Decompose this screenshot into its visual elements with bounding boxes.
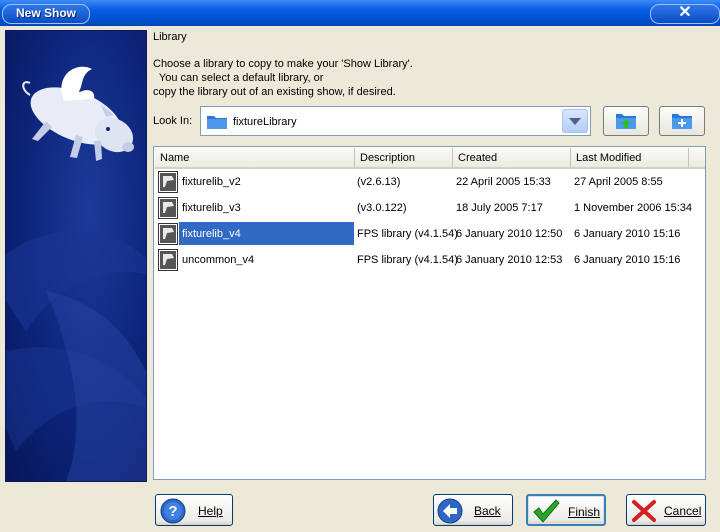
intro-text: Choose a library to copy to make your 'S…: [153, 57, 573, 99]
row-name: fixturelib_v4: [182, 228, 241, 240]
intro-line: Choose a library to copy to make your 'S…: [153, 58, 413, 70]
row-name: fixturelib_v3: [182, 202, 241, 214]
row-last-modified: 1 November 2006 15:34: [574, 202, 693, 214]
row-last-modified: 6 January 2010 15:16: [574, 228, 681, 240]
cancel-x-icon: [632, 500, 656, 522]
folder-up-button[interactable]: [603, 106, 649, 136]
row-last-modified: 6 January 2010 15:16: [574, 254, 681, 266]
table-row[interactable]: uncommon_v4 FPS library (v4.1.54) 6 Janu…: [154, 247, 705, 273]
intro-line: copy the library out of an existing show…: [153, 86, 396, 98]
library-file-icon: [158, 197, 178, 219]
intro-line: You can select a default library, or: [153, 72, 324, 84]
column-header-name[interactable]: Name: [155, 148, 355, 169]
new-folder-button[interactable]: [659, 106, 705, 136]
finish-button[interactable]: Finish: [526, 494, 606, 526]
row-created: 6 January 2010 12:50: [456, 228, 563, 240]
folder-up-icon: [616, 114, 636, 129]
column-header-last-modified[interactable]: Last Modified: [571, 148, 689, 169]
back-button[interactable]: Back: [433, 494, 513, 526]
wizard-banner: [5, 30, 147, 482]
back-arrow-icon: [437, 498, 463, 524]
folder-icon: [207, 116, 227, 129]
library-table[interactable]: Name Description Created Last Modified f…: [153, 146, 706, 480]
look-in-dropdown[interactable]: fixtureLibrary: [200, 106, 591, 136]
column-header-filler: [689, 148, 705, 169]
back-label: Back: [474, 504, 501, 518]
window-title: New Show: [16, 6, 77, 20]
column-header-created[interactable]: Created: [453, 148, 571, 169]
close-button[interactable]: ✕: [676, 5, 694, 21]
table-row[interactable]: fixturelib_v3 (v3.0.122) 18 July 2005 7:…: [154, 195, 705, 221]
row-name: uncommon_v4: [182, 254, 255, 266]
library-file-icon: [158, 249, 178, 271]
row-created: 6 January 2010 12:53: [456, 254, 563, 266]
finish-label: Finish: [568, 505, 601, 519]
flying-pig-logo: [6, 66, 146, 481]
help-icon: ?: [160, 498, 186, 524]
row-description: FPS library (v4.1.54): [357, 228, 458, 240]
checkmark-icon: [533, 499, 560, 523]
help-label: Help: [198, 504, 223, 518]
cancel-label: Cancel: [664, 504, 702, 518]
column-header-description[interactable]: Description: [355, 148, 453, 169]
row-created: 22 April 2005 15:33: [456, 176, 551, 188]
svg-text:?: ?: [168, 503, 177, 520]
help-button[interactable]: ? Help: [155, 494, 233, 526]
title-bar: New Show ✕: [0, 0, 720, 26]
cancel-button[interactable]: Cancel: [626, 494, 706, 526]
row-description: FPS library (v4.1.54): [357, 254, 458, 266]
library-file-icon: [158, 223, 178, 245]
row-name: fixturelib_v2: [182, 176, 241, 188]
chevron-down-icon[interactable]: [562, 109, 588, 133]
table-row-selected[interactable]: fixturelib_v4 FPS library (v4.1.54) 6 Ja…: [154, 221, 705, 247]
new-folder-icon: [672, 114, 692, 129]
table-row[interactable]: fixturelib_v2 (v2.6.13) 22 April 2005 15…: [154, 169, 705, 195]
library-file-icon: [158, 171, 178, 193]
row-description: (v3.0.122): [357, 202, 407, 214]
row-last-modified: 27 April 2005 8:55: [574, 176, 663, 188]
section-title: Library: [153, 31, 187, 43]
row-created: 18 July 2005 7:17: [456, 202, 543, 214]
look-in-label: Look In:: [153, 115, 193, 127]
look-in-value: fixtureLibrary: [233, 116, 297, 128]
row-description: (v2.6.13): [357, 176, 401, 188]
